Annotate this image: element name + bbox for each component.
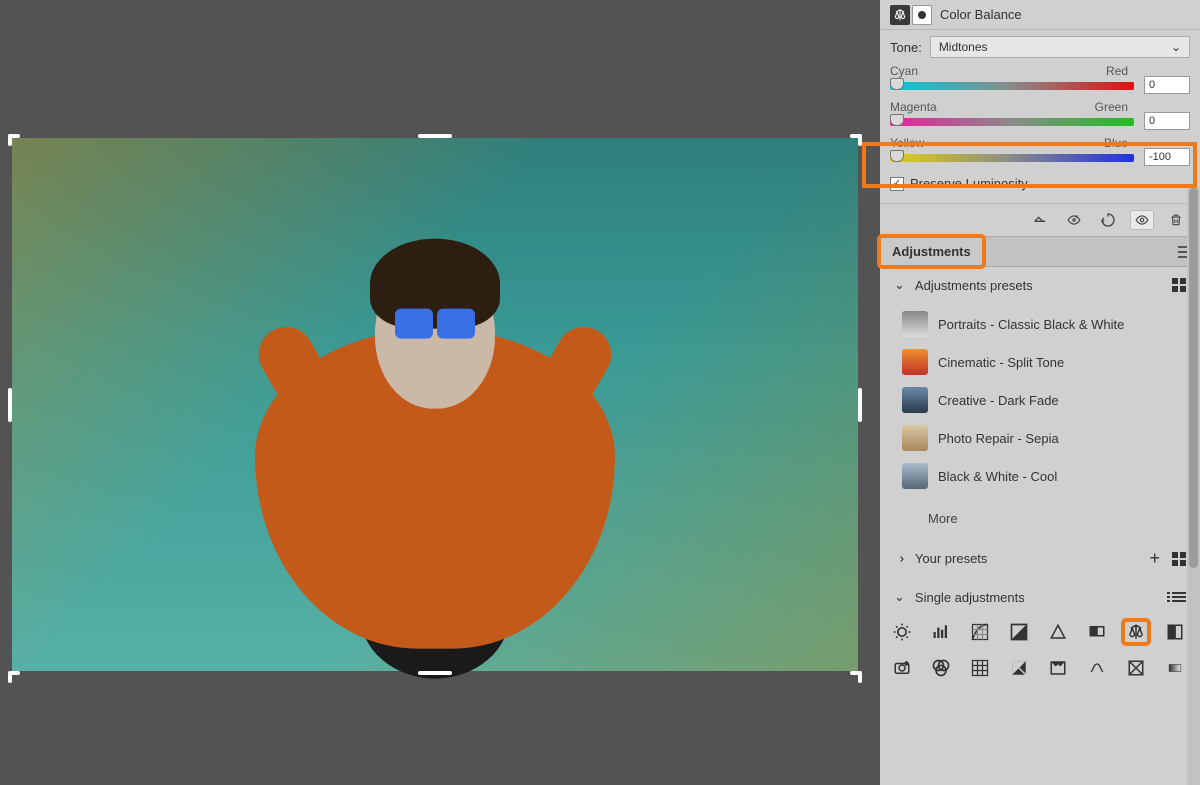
reset-icon[interactable] <box>1096 210 1120 230</box>
exposure-icon[interactable] <box>1007 621 1031 643</box>
canvas-image[interactable] <box>12 138 858 671</box>
slider-track[interactable] <box>890 154 1134 162</box>
photo-filter-icon[interactable] <box>890 657 914 679</box>
preset-thumb <box>902 387 928 413</box>
preset-item[interactable]: Portraits - Classic Black & White <box>880 305 1200 343</box>
slider-thumb[interactable] <box>890 114 904 126</box>
color-lookup-icon[interactable] <box>968 657 992 679</box>
balance-scale-icon <box>890 5 910 25</box>
chevron-down-icon: ⌄ <box>894 589 905 605</box>
preset-label: Photo Repair - Sepia <box>938 431 1059 446</box>
slider-value-input[interactable] <box>1144 112 1190 130</box>
preset-thumb <box>902 311 928 337</box>
channel-mixer-icon[interactable] <box>929 657 953 679</box>
single-adjustments-header[interactable]: ⌄ Single adjustments <box>880 579 1200 615</box>
preserve-luminosity-checkbox[interactable]: ✓ <box>890 177 904 191</box>
scrollbar-thumb[interactable] <box>1189 188 1198 568</box>
clip-to-layer-icon[interactable] <box>1028 210 1052 230</box>
preset-thumb <box>902 349 928 375</box>
crop-handle-right[interactable] <box>858 388 862 422</box>
chevron-right-icon: ⌄ <box>891 553 907 564</box>
gradient-map-icon[interactable] <box>1163 657 1187 679</box>
tone-label: Tone: <box>890 40 922 55</box>
adjustment-toolbar <box>880 203 1200 237</box>
preset-thumb <box>902 425 928 451</box>
visibility-eye-icon[interactable] <box>1130 210 1154 230</box>
color-balance-header: Color Balance <box>880 0 1200 30</box>
trash-icon[interactable] <box>1164 210 1188 230</box>
grid-view-icon[interactable] <box>1172 552 1186 566</box>
brightness-contrast-icon[interactable] <box>890 621 914 643</box>
slider-value-input[interactable] <box>1144 76 1190 94</box>
grid-view-icon[interactable] <box>1172 278 1186 292</box>
presets-more-link[interactable]: More <box>880 503 1200 538</box>
levels-icon[interactable] <box>929 621 953 643</box>
edited-photo <box>12 138 858 671</box>
slider-yellow-blue: YellowBlue <box>890 136 1190 170</box>
selective-color-icon[interactable] <box>1124 657 1148 679</box>
canvas-area[interactable] <box>0 0 880 785</box>
adjustments-tab-header: Adjustments <box>880 237 1200 267</box>
preset-item[interactable]: Photo Repair - Sepia <box>880 419 1200 457</box>
vibrance-icon[interactable] <box>1046 621 1070 643</box>
slider-value-input[interactable] <box>1144 148 1190 166</box>
panel-scrollbar[interactable] <box>1187 188 1200 785</box>
preset-label: Portraits - Classic Black & White <box>938 317 1124 332</box>
adjustments-tab[interactable]: Adjustments <box>880 237 983 266</box>
slider-magenta-green: MagentaGreen <box>890 100 1190 134</box>
chevron-down-icon: ⌄ <box>894 277 905 293</box>
black-white-icon[interactable] <box>1163 621 1187 643</box>
color-balance-icon[interactable] <box>1124 621 1148 643</box>
your-presets-header[interactable]: ⌄ Your presets + <box>880 538 1200 579</box>
tone-select[interactable]: Midtones ⌄ <box>930 36 1190 58</box>
slider-cyan-red: CyanRed <box>890 64 1190 98</box>
slider-track[interactable] <box>890 118 1134 126</box>
single-adjustments-grid <box>880 615 1200 689</box>
mask-icon <box>912 5 932 25</box>
preset-item[interactable]: Black & White - Cool <box>880 457 1200 495</box>
adjustments-presets-header[interactable]: ⌄ Adjustments presets <box>880 267 1200 303</box>
crop-handle-bottom[interactable] <box>418 671 452 675</box>
color-balance-title: Color Balance <box>940 7 1022 22</box>
preserve-luminosity-label: Preserve Luminosity <box>910 176 1028 191</box>
posterize-icon[interactable] <box>1046 657 1070 679</box>
slider-thumb[interactable] <box>890 150 904 162</box>
preset-label: Cinematic - Split Tone <box>938 355 1064 370</box>
preset-label: Black & White - Cool <box>938 469 1057 484</box>
preset-label: Creative - Dark Fade <box>938 393 1059 408</box>
preset-thumb <box>902 463 928 489</box>
curves-icon[interactable] <box>968 621 992 643</box>
list-view-icon[interactable] <box>1172 592 1186 602</box>
slider-thumb[interactable] <box>890 78 904 90</box>
threshold-icon[interactable] <box>1085 657 1109 679</box>
right-panel: Color Balance Tone: Midtones ⌄ CyanRedMa… <box>880 0 1200 785</box>
view-previous-icon[interactable] <box>1062 210 1086 230</box>
slider-track[interactable] <box>890 82 1134 90</box>
preset-item[interactable]: Creative - Dark Fade <box>880 381 1200 419</box>
invert-icon[interactable] <box>1007 657 1031 679</box>
chevron-down-icon: ⌄ <box>1171 40 1181 54</box>
hue-saturation-icon[interactable] <box>1085 621 1109 643</box>
crop-handle-left[interactable] <box>8 388 12 422</box>
crop-handle-top[interactable] <box>418 134 452 138</box>
preset-item[interactable]: Cinematic - Split Tone <box>880 343 1200 381</box>
add-preset-icon[interactable]: + <box>1149 548 1160 569</box>
